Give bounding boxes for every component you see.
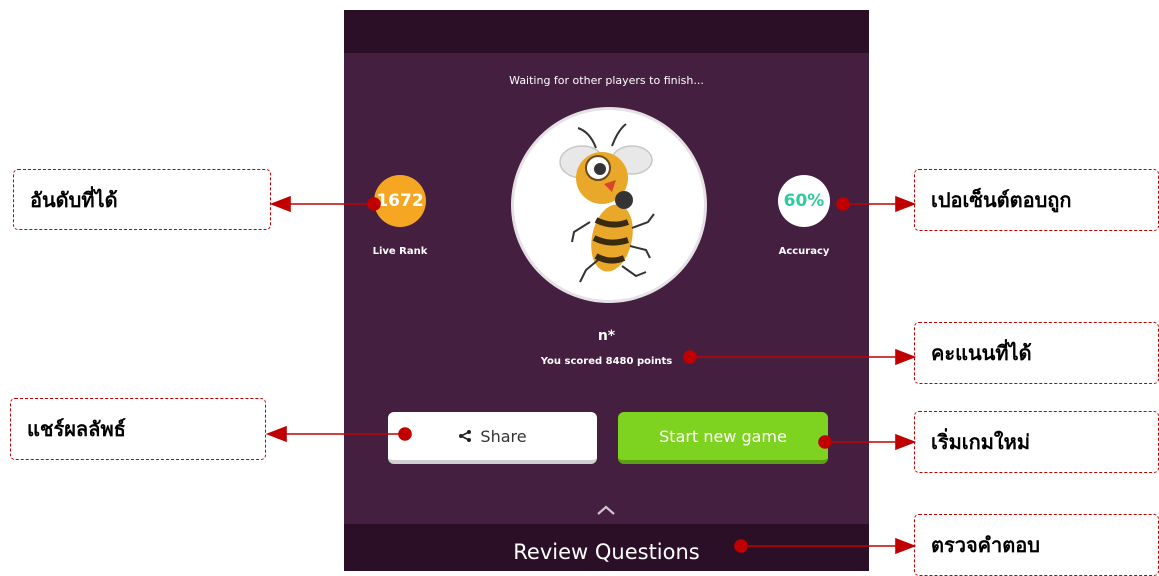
- annotation-arrows: [265, 195, 917, 555]
